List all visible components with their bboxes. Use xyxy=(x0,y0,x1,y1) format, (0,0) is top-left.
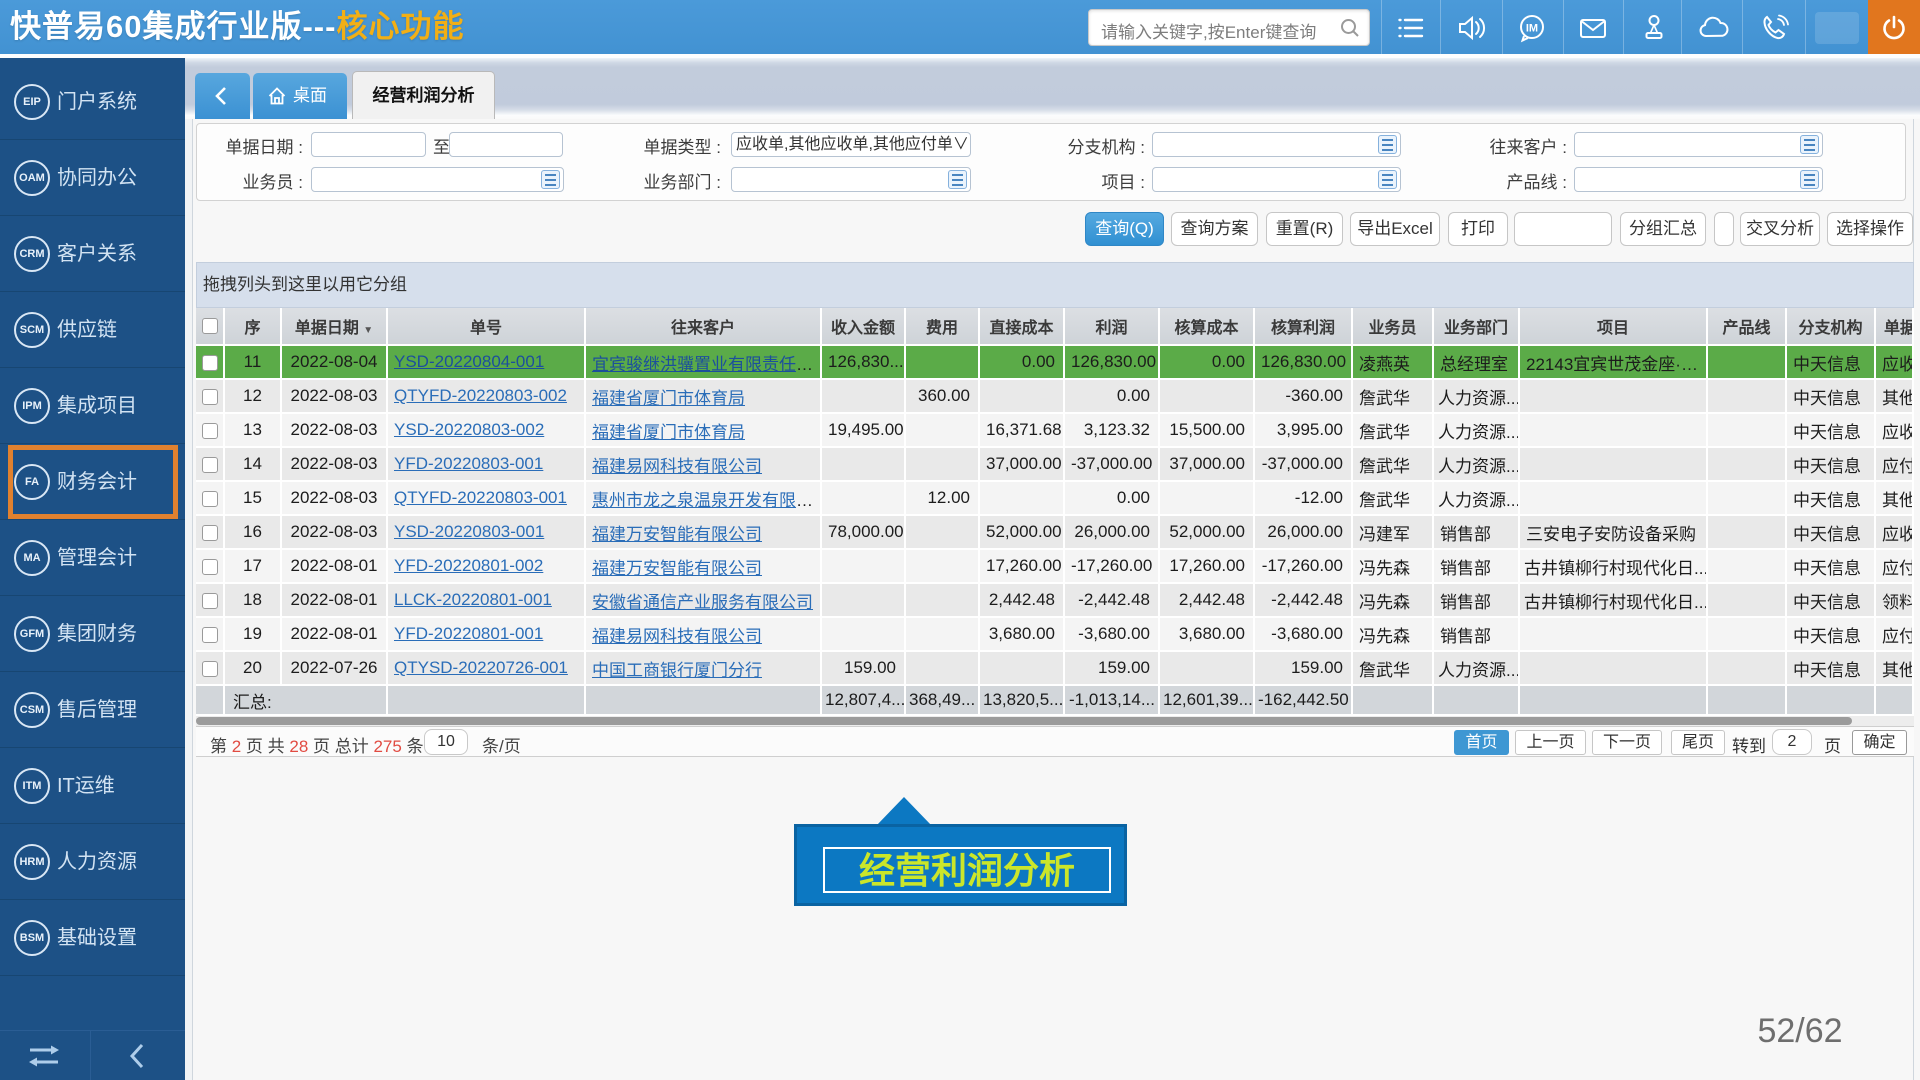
svg-text:IM: IM xyxy=(1526,23,1538,35)
